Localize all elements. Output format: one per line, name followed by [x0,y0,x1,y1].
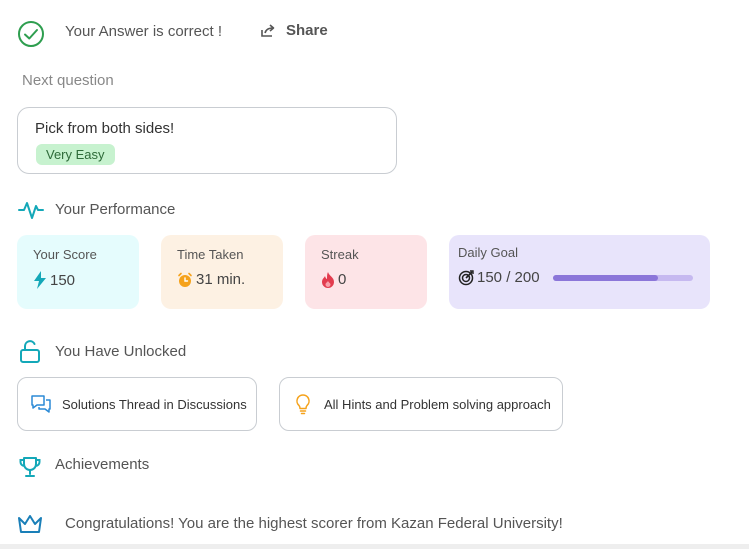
time-card: Time Taken 31 min. [161,235,283,309]
congratulations-message: Congratulations! You are the highest sco… [65,515,563,532]
performance-title: Your Performance [55,201,176,218]
hints-label: All Hints and Problem solving approach [324,396,551,412]
streak-label: Streak [321,247,359,262]
streak-value: 0 [338,271,347,288]
unlocked-title: You Have Unlocked [55,343,187,360]
next-question-card[interactable]: Pick from both sides! Very Easy [17,107,397,174]
daily-goal-progress-bar [552,274,693,281]
daily-goal-card: Daily Goal 150 / 200 [449,235,710,309]
alarm-clock-icon [177,272,193,288]
crown-icon [17,513,43,535]
time-label: Time Taken [177,247,244,262]
solutions-thread-card[interactable]: Solutions Thread in Discussions [17,377,257,431]
daily-goal-progress-fill [552,274,658,281]
activity-icon [18,198,44,222]
hints-card[interactable]: All Hints and Problem solving approach [279,377,563,431]
streak-card: Streak 0 [305,235,427,309]
difficulty-badge: Very Easy [36,144,115,165]
score-value: 150 [50,271,76,289]
next-question-label: Next question [22,72,114,89]
trophy-icon [18,455,42,479]
answer-status-text: Your Answer is correct ! [65,23,223,40]
share-icon [260,23,276,39]
lightbulb-icon [292,393,314,415]
score-label: Your Score [33,247,97,262]
solutions-thread-label: Solutions Thread in Discussions [62,396,247,412]
check-circle-icon [17,20,45,48]
question-title: Pick from both sides! [35,120,175,137]
daily-goal-label: Daily Goal [458,245,518,260]
daily-goal-value: 150 / 200 [477,269,540,286]
chat-icon [30,394,52,414]
share-button[interactable]: Share [260,22,328,39]
unlock-icon [18,340,42,364]
bottom-divider [0,544,749,549]
share-label: Share [286,22,328,39]
time-value: 31 min. [196,271,246,288]
achievements-title: Achievements [55,456,150,473]
score-card: Your Score 150 [17,235,139,309]
target-icon [458,269,474,286]
fire-icon [321,271,335,288]
lightning-icon [33,271,47,289]
